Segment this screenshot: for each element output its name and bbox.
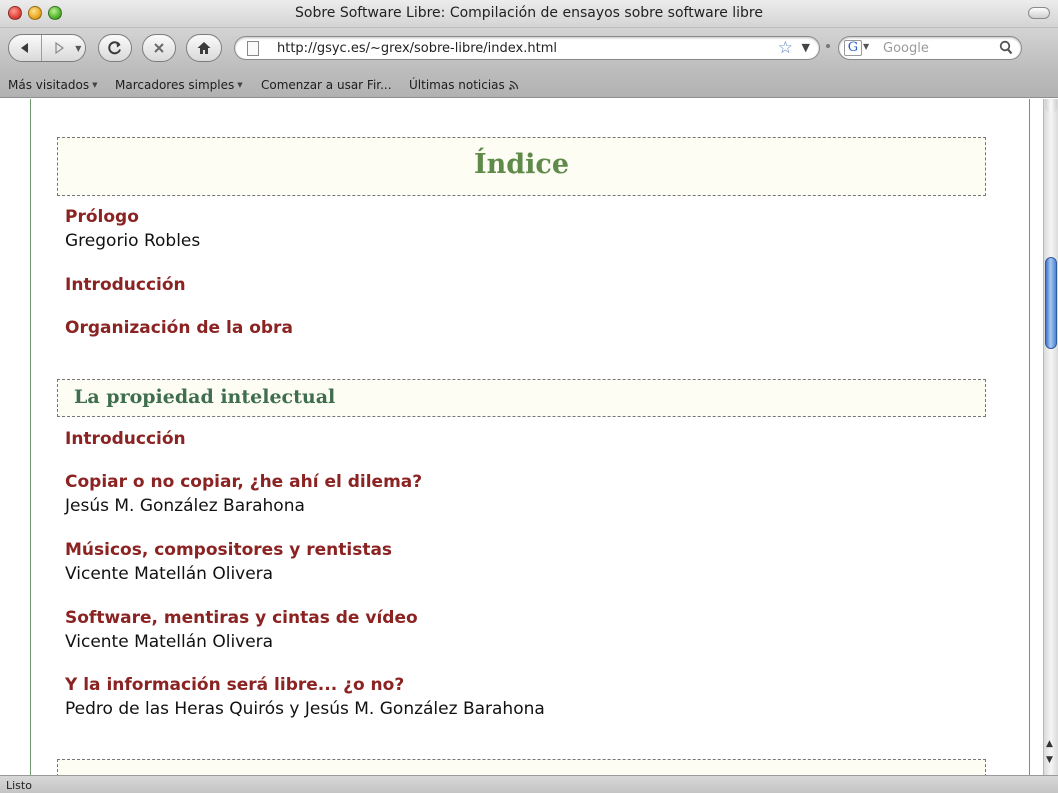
window-titlebar: Sobre Software Libre: Compilación de ens… (0, 0, 1058, 28)
next-section-heading-box (57, 759, 986, 775)
toc-entry: Introducción (65, 427, 186, 451)
reload-icon (108, 41, 121, 55)
toc-entry: Software, mentiras y cintas de vídeo Vic… (65, 606, 418, 654)
stop-button[interactable] (142, 34, 176, 62)
history-dropdown-icon[interactable]: ▼ (75, 44, 85, 53)
search-input[interactable] (883, 40, 993, 57)
toc-link[interactable]: Introducción (65, 427, 186, 451)
bookmark-mas-visitados[interactable]: Más visitados ▼ (8, 78, 97, 92)
toc-link[interactable]: Músicos, compositores y rentistas (65, 538, 392, 562)
toc-entry: Músicos, compositores y rentistas Vicent… (65, 538, 392, 586)
toc-link[interactable]: Y la información será libre... ¿o no? (65, 673, 545, 697)
index-heading: Índice (473, 149, 569, 180)
bookmark-comenzar-a-usar[interactable]: Comenzar a usar Fir... (261, 78, 392, 92)
toc-entry: Organización de la obra (65, 316, 293, 340)
back-forward-group: ▼ (8, 34, 86, 62)
dropdown-caret-icon: ▼ (237, 81, 243, 89)
search-icon[interactable] (999, 40, 1013, 56)
toc-link[interactable]: Prólogo (65, 205, 200, 229)
toc-entry: Y la información será libre... ¿o no? Pe… (65, 673, 545, 721)
url-history-dropdown-icon[interactable]: ▼ (802, 41, 810, 54)
toc-link[interactable]: Copiar o no copiar, ¿he ahí el dilema? (65, 470, 422, 494)
toc-link[interactable]: Organización de la obra (65, 316, 293, 340)
status-bar: Listo (0, 775, 1058, 793)
page-viewport: Índice Prólogo Gregorio Robles Introducc… (0, 99, 1043, 775)
content-column: Índice Prólogo Gregorio Robles Introducc… (30, 99, 1030, 775)
home-button[interactable] (186, 34, 222, 62)
bookmark-ultimas-noticias[interactable]: Últimas noticias (409, 78, 519, 92)
bookmark-marcadores-simples[interactable]: Marcadores simples ▼ (115, 78, 243, 92)
bookmarks-toolbar: Más visitados ▼ Marcadores simples ▼ Comen… (0, 68, 1058, 98)
back-arrow-icon (21, 43, 29, 53)
scroll-up-arrow-icon[interactable]: ▲ (1046, 739, 1053, 749)
address-bar[interactable]: http://gsyc.es/~grex/sobre-libre/index.h… (234, 36, 820, 60)
toc-entry: Copiar o no copiar, ¿he ahí el dilema? J… (65, 470, 422, 518)
toc-link[interactable]: Software, mentiras y cintas de vídeo (65, 606, 418, 630)
section-heading: La propiedad intelectual (74, 386, 336, 408)
vertical-scrollbar[interactable]: ▲ ▼ (1043, 99, 1058, 775)
bookmark-star-icon[interactable]: ☆ (778, 38, 793, 58)
toc-author: Vicente Matellán Olivera (65, 564, 274, 584)
engine-dropdown-icon[interactable]: ▼ (863, 42, 869, 51)
toc-author: Vicente Matellán Olivera (65, 632, 274, 652)
toc-entry: Prólogo Gregorio Robles (65, 205, 200, 253)
dropdown-caret-icon: ▼ (92, 81, 98, 89)
toc-author: Jesús M. González Barahona (65, 496, 305, 516)
google-engine-icon[interactable]: G (844, 40, 862, 56)
reload-button[interactable] (98, 34, 132, 62)
rss-feed-icon (508, 80, 518, 90)
forward-arrow-icon (55, 41, 64, 55)
toc-entry: Introducción (65, 273, 186, 297)
section-heading-box: La propiedad intelectual (57, 379, 986, 417)
back-button[interactable] (9, 35, 43, 61)
toolbar-toggle-button[interactable] (1028, 7, 1050, 19)
scroll-down-arrow-icon[interactable]: ▼ (1046, 755, 1053, 765)
search-bar[interactable]: G ▼ (838, 36, 1022, 60)
index-heading-box: Índice (57, 137, 986, 196)
home-icon (197, 42, 211, 54)
url-text[interactable]: http://gsyc.es/~grex/sobre-libre/index.h… (277, 41, 557, 56)
forward-button[interactable] (42, 35, 75, 61)
toc-author: Gregorio Robles (65, 231, 201, 251)
stop-icon (154, 43, 164, 53)
toc-link[interactable]: Introducción (65, 273, 186, 297)
toolbar-separator (826, 44, 830, 48)
toc-author: Pedro de las Heras Quirós y Jesús M. Gon… (65, 699, 545, 719)
scrollbar-thumb[interactable] (1045, 257, 1057, 349)
page-icon (247, 41, 259, 56)
scrollbar-top-cap (1045, 99, 1057, 113)
window-title: Sobre Software Libre: Compilación de ens… (295, 5, 763, 21)
status-text: Listo (6, 779, 32, 792)
